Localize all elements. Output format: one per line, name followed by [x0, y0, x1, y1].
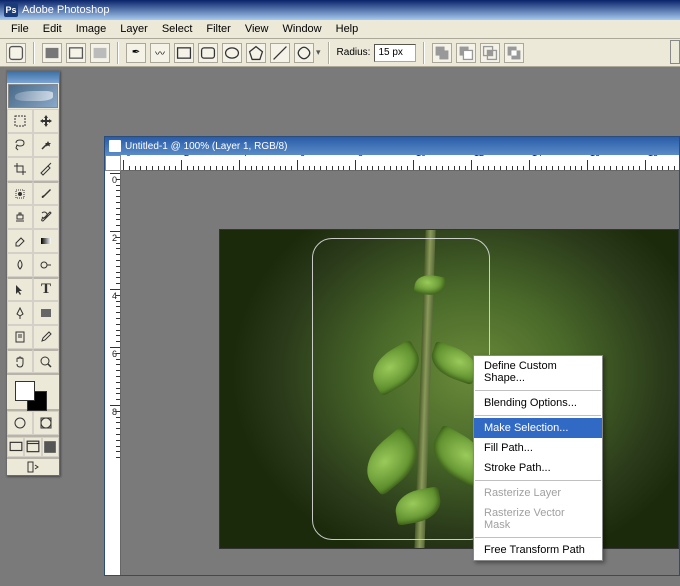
clone-stamp-tool[interactable] [7, 205, 33, 229]
ruler-origin[interactable] [105, 155, 121, 171]
line-shape-icon[interactable] [270, 43, 290, 63]
jump-to-imageready-icon[interactable] [7, 457, 59, 475]
context-menu-item[interactable]: Define Custom Shape... [474, 356, 602, 388]
document-titlebar[interactable]: Untitled-1 @ 100% (Layer 1, RGB/8) [105, 137, 679, 155]
eraser-tool[interactable] [7, 229, 33, 253]
history-brush-tool[interactable] [33, 205, 59, 229]
path-op-add-icon[interactable] [432, 43, 452, 63]
eyedropper-tool[interactable] [33, 325, 59, 349]
radius-label: Radius: [337, 47, 371, 58]
context-menu-item[interactable]: Blending Options... [474, 393, 602, 413]
fill-pixels-mode-icon[interactable] [90, 43, 110, 63]
polygon-shape-icon[interactable] [246, 43, 266, 63]
chevron-down-icon[interactable]: ▾ [316, 47, 321, 58]
standard-mode-icon[interactable] [7, 411, 33, 435]
palette-dock[interactable] [670, 40, 680, 64]
context-menu-item[interactable]: Free Transform Path [474, 540, 602, 560]
foreground-color[interactable] [15, 381, 35, 401]
rectangular-marquee-tool[interactable] [7, 109, 33, 133]
magic-wand-tool[interactable] [33, 133, 59, 157]
dodge-tool[interactable] [33, 253, 59, 277]
freeform-pen-icon[interactable]: 〰 [150, 43, 170, 63]
menu-select[interactable]: Select [155, 21, 200, 37]
brush-tool[interactable] [33, 181, 59, 205]
toolbox-grip[interactable] [7, 71, 59, 83]
menu-file[interactable]: File [4, 21, 36, 37]
crop-tool[interactable] [7, 157, 33, 181]
app-title: Adobe Photoshop [22, 4, 109, 16]
slice-tool[interactable] [33, 157, 59, 181]
toolbox-logo [8, 84, 58, 108]
move-tool[interactable] [33, 109, 59, 133]
ruler-horizontal[interactable]: 024681012141618 [121, 155, 679, 171]
zoom-tool[interactable] [33, 349, 59, 373]
separator [423, 42, 425, 64]
blur-tool[interactable] [7, 253, 33, 277]
context-menu-separator [475, 415, 601, 416]
menu-view[interactable]: View [238, 21, 276, 37]
context-menu-item: Rasterize Layer [474, 483, 602, 503]
path-op-intersect-icon[interactable] [480, 43, 500, 63]
titlebar: Ps Adobe Photoshop [0, 0, 680, 20]
menubar: File Edit Image Layer Select Filter View… [0, 20, 680, 39]
separator [33, 42, 35, 64]
menu-edit[interactable]: Edit [36, 21, 69, 37]
rect-shape-icon[interactable] [174, 43, 194, 63]
screen-full-icon[interactable] [42, 437, 59, 457]
document-title: Untitled-1 @ 100% (Layer 1, RGB/8) [125, 141, 287, 152]
menu-image[interactable]: Image [69, 21, 114, 37]
custom-shape-icon[interactable] [294, 43, 314, 63]
pen-tool[interactable] [7, 301, 33, 325]
menu-layer[interactable]: Layer [113, 21, 155, 37]
context-menu-item[interactable]: Stroke Path... [474, 458, 602, 478]
quickmask-mode-icon[interactable] [33, 411, 59, 435]
screen-full-menubar-icon[interactable] [24, 437, 41, 457]
menu-help[interactable]: Help [329, 21, 366, 37]
toolbox: T [6, 70, 60, 476]
context-menu-separator [475, 480, 601, 481]
context-menu-item[interactable]: Fill Path... [474, 438, 602, 458]
hand-tool[interactable] [7, 349, 33, 373]
context-menu-separator [475, 537, 601, 538]
paths-mode-icon[interactable] [66, 43, 86, 63]
gradient-tool[interactable] [33, 229, 59, 253]
notes-tool[interactable] [7, 325, 33, 349]
shape-layers-mode-icon[interactable] [42, 43, 62, 63]
app-icon: Ps [4, 3, 18, 17]
context-menu-separator [475, 390, 601, 391]
options-bar: ✒ 〰 ▾ Radius: [0, 39, 680, 67]
context-menu-item: Rasterize Vector Mask [474, 503, 602, 535]
menu-window[interactable]: Window [276, 21, 329, 37]
document-icon [109, 140, 121, 152]
document-canvas[interactable] [219, 229, 679, 549]
color-swatches [7, 373, 59, 409]
separator [328, 42, 330, 64]
separator [117, 42, 119, 64]
type-tool[interactable]: T [33, 277, 59, 301]
path-op-subtract-icon[interactable] [456, 43, 476, 63]
menu-filter[interactable]: Filter [199, 21, 237, 37]
rounded-rect-shape-icon[interactable] [198, 43, 218, 63]
ellipse-shape-icon[interactable] [222, 43, 242, 63]
healing-brush-tool[interactable] [7, 181, 33, 205]
lasso-tool[interactable] [7, 133, 33, 157]
path-selection-tool[interactable] [7, 277, 33, 301]
pen-icon[interactable]: ✒ [126, 43, 146, 63]
ruler-vertical[interactable]: 02468 [105, 171, 121, 575]
context-menu: Define Custom Shape... Blending Options..… [473, 355, 603, 561]
context-menu-item[interactable]: Make Selection... [474, 418, 602, 438]
rectangle-tool[interactable] [33, 301, 59, 325]
screen-standard-icon[interactable] [7, 437, 24, 457]
radius-input[interactable] [374, 44, 416, 62]
active-path[interactable] [312, 238, 490, 540]
tool-preset-picker[interactable] [6, 43, 26, 63]
path-op-exclude-icon[interactable] [504, 43, 524, 63]
